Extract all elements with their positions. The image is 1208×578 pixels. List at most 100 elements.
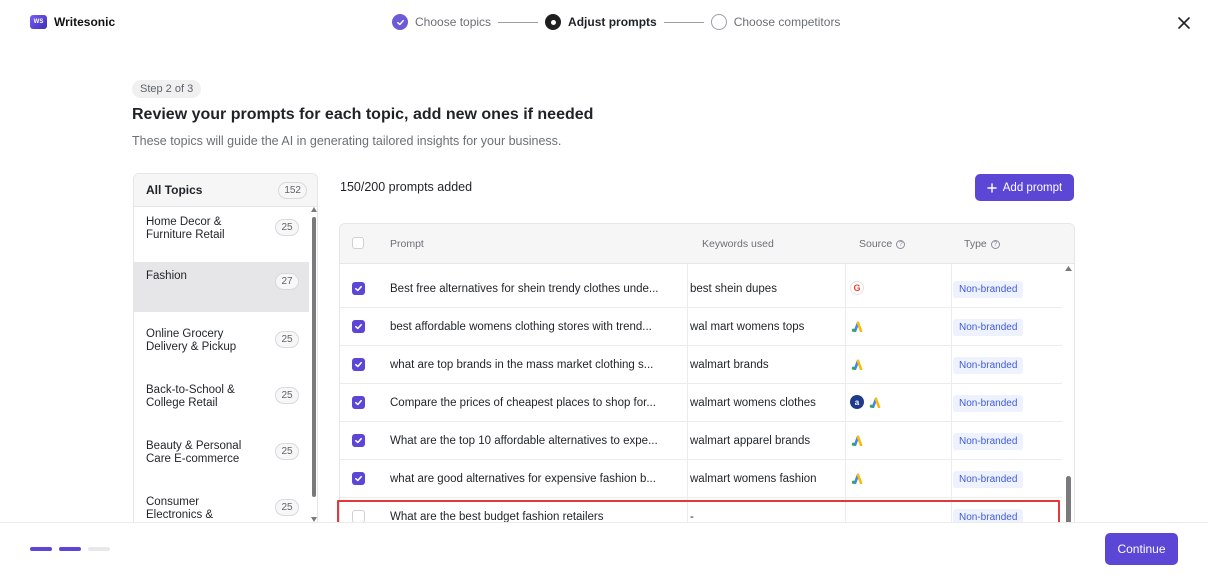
prompt-text: Compare the prices of cheapest places to…: [390, 397, 656, 409]
writesonic-logo-icon: WS: [30, 15, 47, 29]
google-ads-icon: [868, 395, 882, 409]
topics-scrollbar[interactable]: [310, 207, 317, 522]
step-label: Choose topics: [415, 15, 492, 29]
keywords-text: wal mart womens tops: [690, 321, 805, 333]
type-badge: Non-branded: [953, 319, 1024, 336]
scroll-up-icon: [311, 207, 317, 212]
table-scrollbar[interactable]: [1063, 264, 1074, 532]
type-badge: Non-branded: [953, 433, 1024, 450]
column-prompt: Prompt: [390, 238, 424, 250]
google-ads-icon: [850, 319, 864, 333]
topic-name: Online Grocery Delivery & Pickup: [146, 328, 237, 353]
prompt-text: what are top brands in the mass market c…: [390, 359, 654, 371]
google-icon: G: [850, 281, 864, 295]
scrollbar-thumb[interactable]: [312, 217, 316, 497]
current-step-icon: [545, 14, 562, 30]
type-cell: Non-branded: [953, 281, 1024, 298]
google-ads-icon: [850, 433, 864, 447]
page-subtitle: These topics will guide the AI in genera…: [132, 134, 562, 148]
step-connector: [498, 21, 539, 23]
empty-circle-icon: [710, 14, 727, 30]
keywords-text: walmart womens clothes: [690, 397, 816, 409]
row-checkbox[interactable]: [352, 358, 365, 371]
keywords-text: walmart womens fashion: [690, 473, 817, 485]
topic-count: 25: [275, 219, 299, 236]
google-ads-icon: [850, 357, 864, 371]
topic-count: 25: [275, 387, 299, 404]
topic-all[interactable]: All Topics 152: [134, 174, 317, 207]
table-row[interactable]: Best free alternatives for shein trendy …: [340, 264, 1062, 308]
table-row[interactable]: what are top brands in the mass market c…: [340, 346, 1062, 384]
type-cell: Non-branded: [953, 395, 1024, 412]
topic-count: 25: [275, 443, 299, 460]
select-all-checkbox[interactable]: [352, 237, 364, 249]
close-icon: [1178, 17, 1190, 29]
add-prompt-label: Add prompt: [1002, 181, 1063, 194]
row-checkbox[interactable]: [352, 434, 365, 447]
topic-name: Fashion: [146, 270, 187, 282]
table-row[interactable]: What are the top 10 affordable alternati…: [340, 422, 1062, 460]
source-icons: [850, 319, 864, 333]
column-keywords: Keywords used: [702, 238, 774, 250]
prompt-count: 150/200 prompts added: [340, 180, 473, 194]
table-row[interactable]: Compare the prices of cheapest places to…: [340, 384, 1062, 422]
keywords-text: walmart apparel brands: [690, 435, 811, 447]
topic-back-to-school[interactable]: Back-to-School & College Retail 25: [134, 376, 309, 432]
prompt-text: best affordable womens clothing stores w…: [390, 321, 652, 333]
topic-all-count: 152: [278, 181, 307, 199]
source-icons: G: [850, 281, 864, 295]
topic-online-grocery[interactable]: Online Grocery Delivery & Pickup 25: [134, 320, 309, 376]
type-cell: Non-branded: [953, 319, 1024, 336]
prompts-table: Prompt Keywords used Source ? Type ? Bes…: [339, 223, 1075, 533]
page-title: Review your prompts for each topic, add …: [132, 106, 594, 123]
type-cell: Non-branded: [953, 471, 1024, 488]
table-header: Prompt Keywords used Source ? Type ?: [340, 224, 1074, 264]
progress-indicator: [30, 547, 110, 551]
topic-fashion[interactable]: Fashion 27: [134, 262, 309, 312]
topic-beauty[interactable]: Beauty & Personal Care E-commerce 25: [134, 432, 309, 488]
table-row[interactable]: best affordable womens clothing stores w…: [340, 308, 1062, 346]
topic-name: Consumer Electronics &: [146, 496, 214, 521]
source-icons: [850, 357, 864, 371]
app-name: Writesonic: [54, 15, 116, 29]
row-checkbox[interactable]: [352, 320, 365, 333]
topic-all-label: All Topics: [146, 183, 203, 197]
step-choose-competitors[interactable]: Choose competitors: [710, 14, 840, 30]
prompt-text: Best free alternatives for shein trendy …: [390, 283, 659, 295]
topics-panel: All Topics 152 Home Decor & Furniture Re…: [133, 173, 318, 523]
type-badge: Non-branded: [953, 395, 1024, 412]
type-cell: Non-branded: [953, 433, 1024, 450]
progress-segment: [30, 547, 52, 551]
stepper: Choose topics Adjust prompts Choose comp…: [392, 14, 840, 30]
keywords-text: walmart brands: [690, 359, 769, 371]
footer: Continue: [0, 522, 1208, 578]
plus-icon: [987, 182, 997, 193]
type-cell: Non-branded: [953, 357, 1024, 374]
row-checkbox[interactable]: [352, 282, 365, 295]
topic-home-decor[interactable]: Home Decor & Furniture Retail 25: [134, 208, 309, 262]
topic-count: 27: [275, 273, 299, 290]
column-type-label: Type: [964, 238, 987, 250]
column-source-label: Source: [859, 238, 893, 250]
row-checkbox[interactable]: [352, 472, 365, 485]
prompt-text: What are the top 10 affordable alternati…: [390, 435, 658, 447]
source-icons: [850, 433, 864, 447]
add-prompt-button[interactable]: Add prompt: [975, 174, 1074, 201]
topic-name: Beauty & Personal Care E-commerce: [146, 440, 242, 465]
step-choose-topics[interactable]: Choose topics: [392, 14, 491, 30]
table-row[interactable]: what are good alternatives for expensive…: [340, 460, 1062, 498]
continue-button[interactable]: Continue: [1105, 533, 1178, 565]
info-icon[interactable]: ?: [896, 239, 906, 249]
type-badge: Non-branded: [953, 281, 1024, 298]
step-adjust-prompts[interactable]: Adjust prompts: [545, 14, 657, 30]
top-bar: WS Writesonic Choose topics Adjust promp…: [0, 0, 1208, 48]
topic-count: 25: [275, 499, 299, 516]
step-connector: [663, 21, 704, 23]
topic-consumer-electronics[interactable]: Consumer Electronics & 25: [134, 488, 309, 522]
progress-segment: [59, 547, 81, 551]
close-button[interactable]: [1175, 14, 1193, 32]
source-icons: [850, 471, 864, 485]
row-checkbox[interactable]: [352, 396, 365, 409]
check-circle-icon: [392, 14, 408, 30]
info-icon[interactable]: ?: [990, 239, 1000, 249]
